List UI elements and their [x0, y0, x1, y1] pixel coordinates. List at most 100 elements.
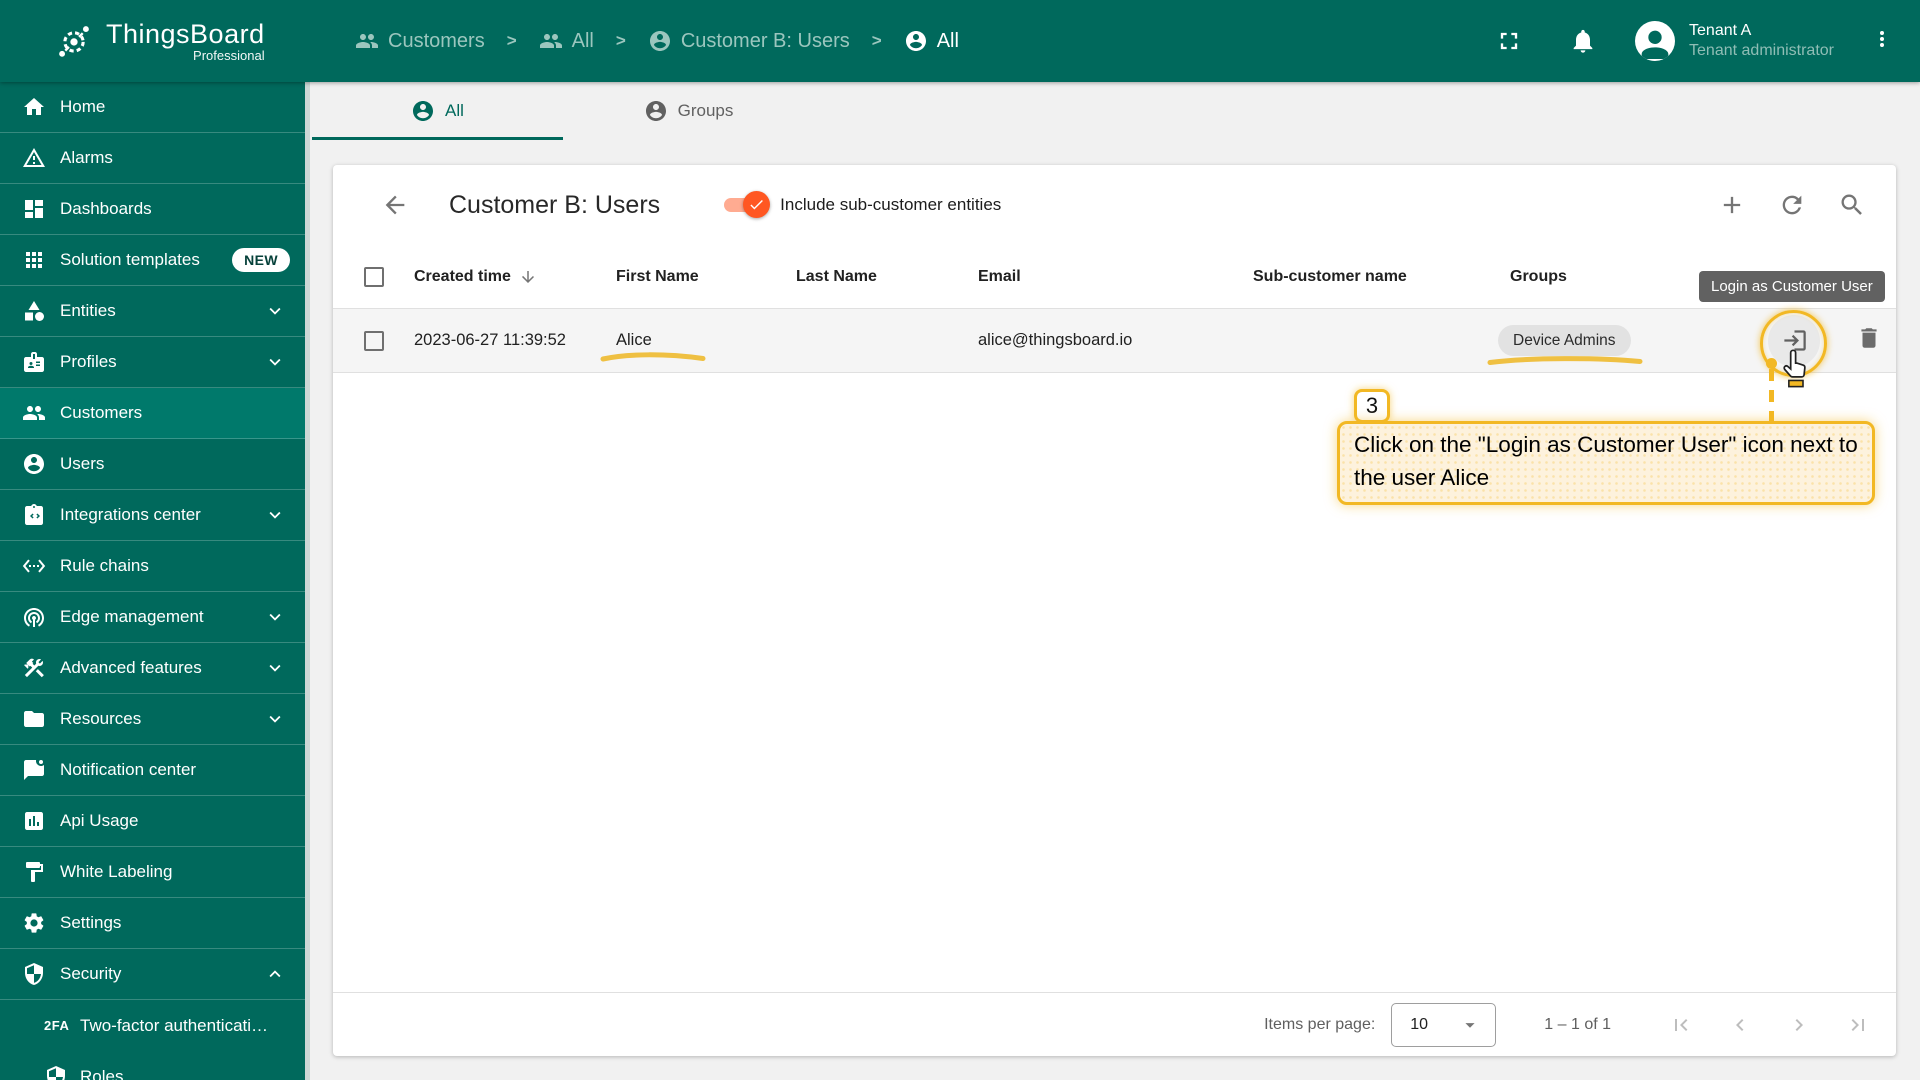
- more-menu-icon[interactable]: [1870, 27, 1894, 56]
- row-checkbox[interactable]: [364, 330, 384, 351]
- user-menu[interactable]: Tenant A Tenant administrator: [1689, 21, 1834, 61]
- breadcrumb-label: Customer B: Users: [680, 29, 850, 52]
- sidebar-item-profiles[interactable]: Profiles: [0, 337, 310, 388]
- fullscreen-icon[interactable]: [1495, 27, 1523, 55]
- back-button[interactable]: [381, 191, 409, 219]
- sidebar-item-label: Edge management: [60, 607, 204, 626]
- column-header-email[interactable]: Email: [978, 268, 1253, 286]
- refresh-icon[interactable]: [1778, 191, 1806, 219]
- group-chip[interactable]: Device Admins: [1498, 325, 1631, 356]
- cell-first-name: Alice: [616, 331, 652, 349]
- column-header-sub-customer-name[interactable]: Sub-customer name: [1253, 268, 1510, 286]
- notification-icon: [24, 760, 44, 780]
- previous-page-button[interactable]: [1728, 1013, 1752, 1037]
- sidebar-item-integrations-center[interactable]: Integrations center: [0, 490, 310, 541]
- notifications-icon[interactable]: [1569, 27, 1597, 55]
- sidebar-item-solution-templates[interactable]: Solution templates NEW: [0, 235, 310, 286]
- sidebar-item-api-usage[interactable]: Api Usage: [0, 796, 310, 847]
- toggle-label: Include sub-customer entities: [780, 195, 1002, 214]
- sidebar-item-settings[interactable]: Settings: [0, 898, 310, 949]
- chevron-down-icon: [269, 715, 281, 723]
- advanced-features-icon: [24, 658, 44, 678]
- sidebar-item-home[interactable]: Home: [0, 82, 310, 133]
- chevron-down-icon: [269, 307, 281, 315]
- row-actions: [1764, 314, 1896, 367]
- sidebar-item-white-labeling[interactable]: White Labeling: [0, 847, 310, 898]
- breadcrumb-item-all-customers[interactable]: All: [539, 29, 594, 53]
- table-toolbar: Customer B: Users Include sub-customer e…: [333, 165, 1896, 245]
- resources-icon: [24, 711, 44, 727]
- column-header-groups[interactable]: Groups: [1510, 268, 1764, 286]
- sidebar-item-label: Rule chains: [60, 556, 149, 575]
- sidebar-item-resources[interactable]: Resources: [0, 694, 310, 745]
- sidebar-scrollbar[interactable]: [305, 82, 310, 1080]
- user-name: Tenant A: [1689, 22, 1752, 39]
- top-bar: ThingsBoard Professional Customers All C…: [0, 0, 1920, 82]
- sidebar-item-label: Customers: [60, 403, 143, 422]
- sidebar-item-dashboards[interactable]: Dashboards: [0, 184, 310, 235]
- app-name: ThingsBoard: [106, 19, 265, 49]
- avatar[interactable]: [1635, 21, 1676, 61]
- table-row[interactable]: 2023-06-27 11:39:52 Alice alice@thingsbo…: [333, 309, 1896, 373]
- sidebar-item-label: Entities: [60, 301, 116, 320]
- security-icon: [25, 963, 43, 985]
- table-header-row: Created time First Name Last Name Email …: [333, 245, 1896, 309]
- solution-templates-icon: [26, 252, 42, 268]
- login-as-customer-user-button[interactable]: [1768, 314, 1820, 367]
- breadcrumb-item-customers[interactable]: Customers: [355, 29, 485, 53]
- sidebar-item-two-factor-authentication[interactable]: 2FA Two-factor authenticati…: [0, 1000, 310, 1051]
- next-page-button[interactable]: [1787, 1013, 1811, 1037]
- sort-desc-icon: [521, 270, 534, 283]
- api-usage-icon: [25, 812, 43, 830]
- include-sub-customer-toggle[interactable]: [724, 191, 771, 218]
- delete-user-button[interactable]: [1856, 325, 1882, 356]
- breadcrumb-separator: [616, 31, 626, 51]
- breadcrumb-separator: [872, 31, 882, 51]
- tab-groups[interactable]: Groups: [563, 82, 814, 140]
- sidebar-item-edge-management[interactable]: Edge management: [0, 592, 310, 643]
- column-header-last-name[interactable]: Last Name: [796, 268, 978, 286]
- login-icon: [1783, 330, 1806, 351]
- page-title: Customer B: Users: [449, 190, 661, 219]
- search-icon[interactable]: [1838, 191, 1866, 219]
- user-icon: [905, 31, 926, 51]
- breadcrumb-item-all-users[interactable]: All: [904, 29, 959, 53]
- sidebar-item-notification-center[interactable]: Notification center: [0, 745, 310, 796]
- sidebar-item-rule-chains[interactable]: Rule chains: [0, 541, 310, 592]
- sidebar-item-roles[interactable]: Roles: [0, 1051, 310, 1080]
- column-header-first-name[interactable]: First Name: [616, 268, 796, 286]
- 2fa-icon: 2FA: [44, 1018, 70, 1033]
- customers-icon: [23, 406, 45, 420]
- breadcrumb-label: All: [936, 29, 959, 52]
- customers-icon: [356, 34, 378, 48]
- app-logo[interactable]: ThingsBoard Professional: [0, 19, 310, 63]
- sidebar-item-security[interactable]: Security: [0, 949, 310, 1000]
- breadcrumb-separator: [507, 31, 517, 51]
- select-all-checkbox[interactable]: [364, 266, 384, 287]
- pagination-bar: Items per page: 10 1 – 1 of 1: [333, 992, 1896, 1056]
- entities-icon: [25, 301, 44, 321]
- add-icon[interactable]: [1718, 191, 1746, 219]
- column-header-created-time[interactable]: Created time: [414, 268, 616, 286]
- sidebar-item-label: Roles: [80, 1066, 124, 1080]
- first-page-button[interactable]: [1669, 1013, 1693, 1037]
- sidebar-item-entities[interactable]: Entities: [0, 286, 310, 337]
- sidebar-item-label: Users: [60, 454, 105, 473]
- tab-bar: All Groups: [310, 82, 1920, 140]
- user-role: Tenant administrator: [1689, 42, 1834, 59]
- tab-label: Groups: [677, 101, 734, 120]
- chevron-down-icon: [269, 358, 281, 366]
- last-page-button[interactable]: [1846, 1013, 1870, 1037]
- sidebar-item-alarms[interactable]: Alarms: [0, 133, 310, 184]
- sidebar-item-users[interactable]: Users: [0, 439, 310, 490]
- sidebar-item-advanced-features[interactable]: Advanced features: [0, 643, 310, 694]
- breadcrumb-item-customer-b-users[interactable]: Customer B: Users: [648, 29, 850, 53]
- rule-chains-icon: [22, 559, 46, 573]
- chevron-down-icon: [269, 511, 281, 519]
- alarms-icon: [23, 148, 45, 167]
- settings-icon: [24, 913, 44, 933]
- sidebar-item-customers[interactable]: Customers: [0, 388, 310, 439]
- page-size-select[interactable]: 10: [1391, 1002, 1497, 1047]
- tab-all[interactable]: All: [312, 82, 563, 140]
- breadcrumb-label: Customers: [388, 29, 485, 52]
